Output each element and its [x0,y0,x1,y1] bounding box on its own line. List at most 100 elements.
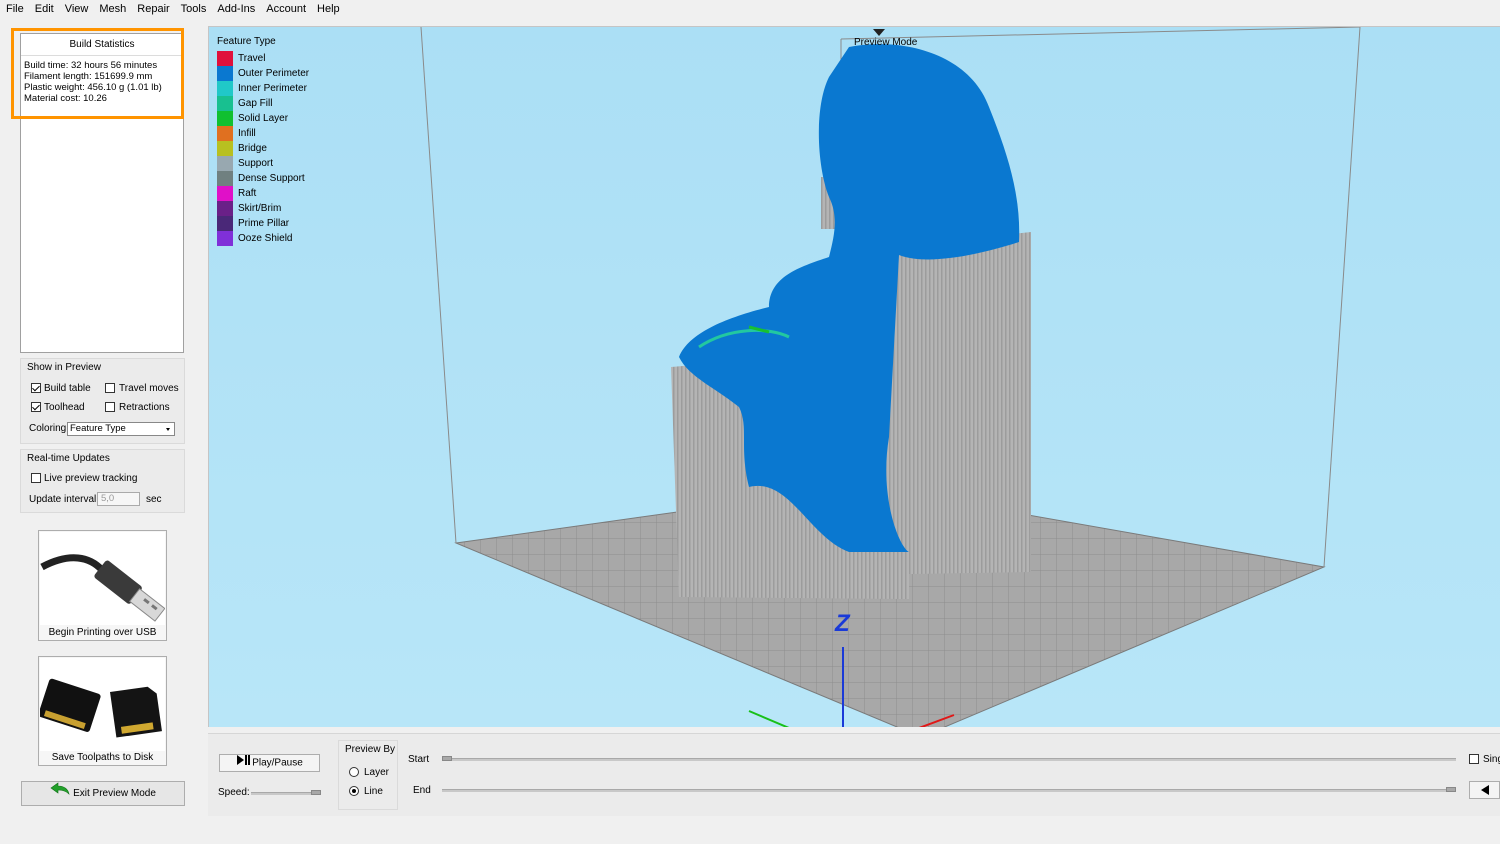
toolhead-label: Toolhead [44,402,85,413]
filament-length: Filament length: 151699.9 mm [24,71,153,82]
end-slider[interactable] [442,789,1456,792]
menu-mesh[interactable]: Mesh [94,0,131,18]
play-pause-icon [236,755,252,771]
coloring-label: Coloring [29,423,67,434]
speed-slider-handle[interactable] [311,790,321,795]
build-table-label: Build table [44,383,91,394]
build-statistics-panel: Build Statistics Build time: 32 hours 56… [20,33,184,353]
menu-view[interactable]: View [60,0,94,18]
legend-swatch [217,216,233,231]
update-interval-label: Update interval [29,494,97,505]
build-statistics-title: Build Statistics [21,34,183,56]
legend-item: Inner Perimeter [217,81,309,96]
menu-file[interactable]: File [1,0,29,18]
menu-tools[interactable]: Tools [176,0,212,18]
exit-preview-label: Exit Preview Mode [73,788,156,800]
single-layer-label: Sing [1483,754,1500,765]
menu-help[interactable]: Help [312,0,345,18]
preview-by-group: Preview By Layer Line [338,740,398,810]
toolhead-checkbox[interactable] [31,402,41,412]
realtime-updates-group: Real-time Updates Live preview tracking … [20,449,185,513]
legend-item: Prime Pillar [217,216,309,231]
live-tracking-label: Live preview tracking [44,473,138,484]
legend-swatch [217,111,233,126]
line-label: Line [364,786,383,797]
legend-title: Feature Type [217,36,276,47]
legend-label: Bridge [238,143,267,154]
usb-button-label: Begin Printing over USB [48,627,157,638]
legend-item: Raft [217,186,309,201]
travel-moves-label: Travel moves [119,383,179,394]
feature-type-legend: Feature Type Travel Outer Perimeter Inner … [217,36,309,246]
line-radio[interactable] [349,786,359,796]
start-label: Start [408,754,430,765]
play-pause-button[interactable]: Play/Pause [219,754,320,772]
legend-swatch [217,126,233,141]
legend-label: Outer Perimeter [238,68,310,79]
coloring-dropdown[interactable]: Feature Type [67,422,175,436]
speed-label: Speed: [218,787,250,798]
travel-moves-checkbox[interactable] [105,383,115,393]
plastic-weight: Plastic weight: 456.10 g (1.01 lb) [24,82,162,93]
legend-label: Ooze Shield [238,233,293,244]
legend-swatch [217,141,233,156]
legend-item: Outer Perimeter [217,66,309,81]
single-layer-checkbox[interactable] [1469,754,1479,764]
legend-swatch [217,201,233,216]
3d-viewport[interactable]: Z Preview Mode Feature Type Travel Outer … [208,26,1500,727]
left-triangle-icon [1480,785,1490,798]
end-slider-handle[interactable] [1446,787,1456,792]
legend-swatch [217,81,233,96]
step-back-button[interactable] [1469,781,1500,799]
legend-swatch [217,96,233,111]
legend-label: Dense Support [238,173,305,184]
legend-item: Gap Fill [217,96,309,111]
layer-label: Layer [364,767,390,778]
scene-render [420,27,1361,727]
disk-button-label: Save Toolpaths to Disk [51,752,154,763]
retractions-checkbox[interactable] [105,402,115,412]
legend-item: Ooze Shield [217,231,309,246]
legend-item: Travel [217,51,309,66]
legend-swatch [217,156,233,171]
legend-swatch [217,231,233,246]
build-table-checkbox[interactable] [31,383,41,393]
preview-by-title: Preview By [345,744,396,755]
menu-edit[interactable]: Edit [30,0,59,18]
legend-item: Bridge [217,141,309,156]
preview-mode-marker [873,29,885,36]
start-slider-handle[interactable] [442,756,452,761]
back-arrow-icon [50,782,70,805]
playback-controls: Play/Pause Speed: Preview By Layer Line … [208,733,1500,816]
update-interval-input[interactable]: 5,0 [97,492,140,506]
menu-account[interactable]: Account [261,0,311,18]
legend-item: Infill [217,126,309,141]
live-tracking-checkbox[interactable] [31,473,41,483]
interval-unit-label: sec [146,494,162,505]
legend-label: Inner Perimeter [238,83,307,94]
legend-item: Skirt/Brim [217,201,309,216]
preview-mode-label: Preview Mode [854,37,918,48]
menu-addins[interactable]: Add-Ins [212,0,260,18]
show-in-preview-group: Show in Preview Build table Travel moves… [20,358,185,444]
begin-printing-usb-button[interactable]: Begin Printing over USB [38,530,167,641]
menu-bar: File Edit View Mesh Repair Tools Add-Ins… [0,0,1500,18]
show-in-preview-title: Show in Preview [27,362,101,373]
menu-repair[interactable]: Repair [132,0,174,18]
legend-swatch [217,186,233,201]
legend-label: Solid Layer [238,113,289,124]
legend-label: Skirt/Brim [238,203,282,214]
legend-label: Travel [238,53,266,64]
start-slider[interactable] [442,758,1456,761]
exit-preview-mode-button[interactable]: Exit Preview Mode [21,781,185,806]
material-cost: Material cost: 10.26 [24,93,107,104]
legend-label: Prime Pillar [238,218,290,229]
sd-card-icon [40,658,165,751]
legend-swatch [217,51,233,66]
layer-radio[interactable] [349,767,359,777]
legend-label: Infill [238,128,256,139]
realtime-updates-title: Real-time Updates [27,453,110,464]
z-axis-label: Z [835,610,850,637]
save-toolpaths-disk-button[interactable]: Save Toolpaths to Disk [38,656,167,766]
end-label: End [413,785,431,796]
